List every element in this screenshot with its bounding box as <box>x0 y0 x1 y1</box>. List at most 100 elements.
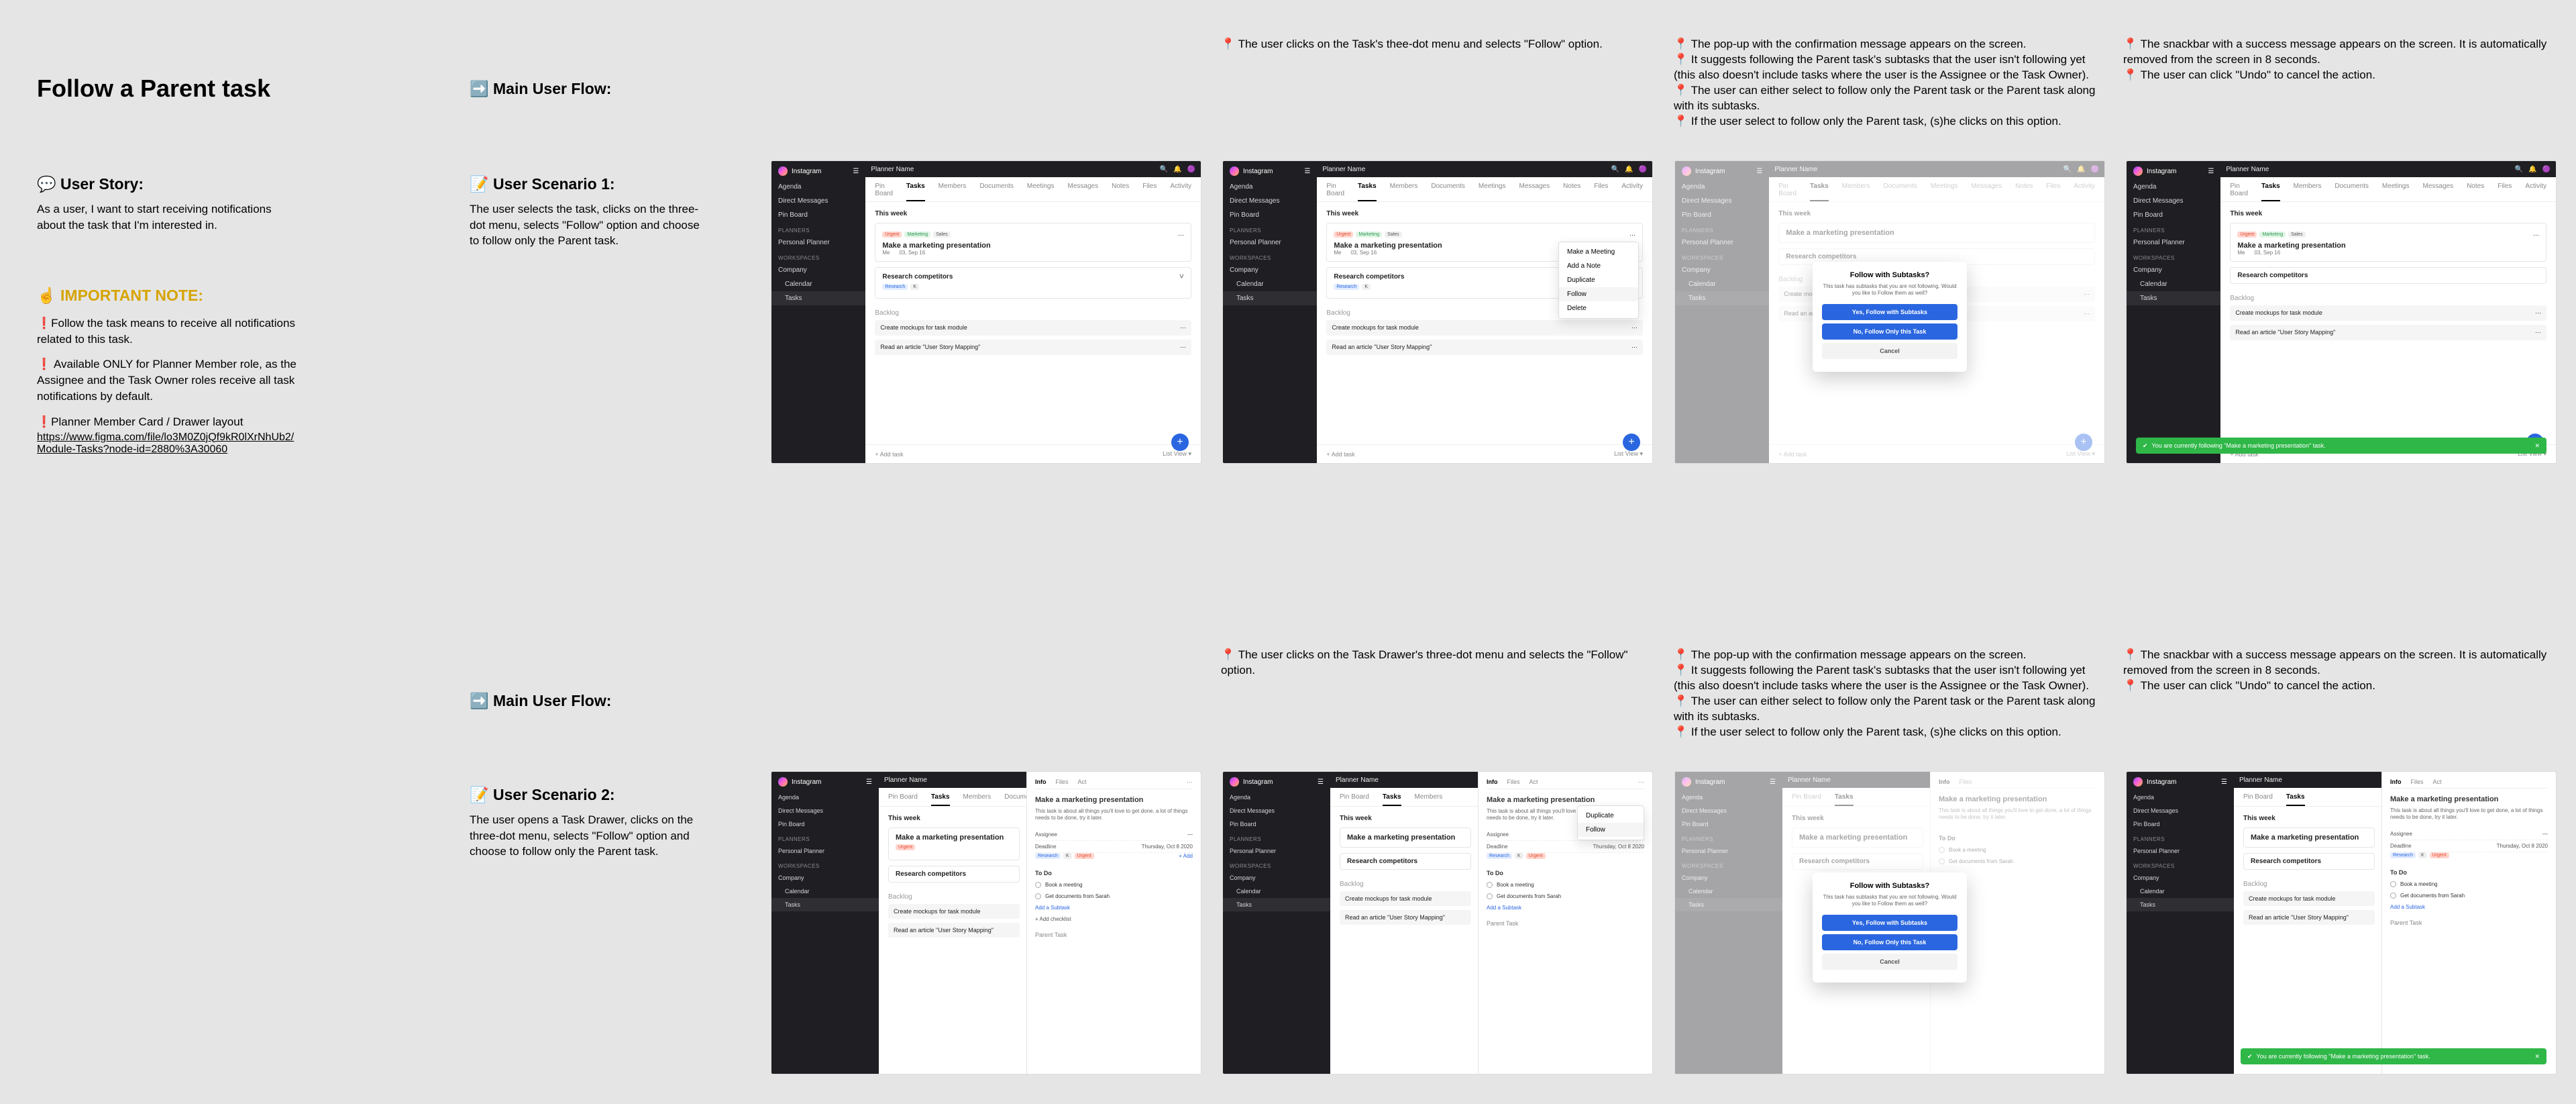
task-assignee: Me <box>882 250 890 256</box>
snackbar-close-icon[interactable]: ✕ <box>2534 1053 2540 1060</box>
important-item-1: ❗️Follow the task means to receive all n… <box>37 315 299 348</box>
modal-follow-with-subtasks-button[interactable]: Yes, Follow with Subtasks <box>1822 304 1957 320</box>
bell-icon[interactable]: 🔔 <box>1173 166 1181 173</box>
sidebar-item-tasks[interactable]: Tasks <box>771 291 865 305</box>
drawer-deadline-label: Deadline <box>1035 844 1057 850</box>
task-title: Make a marketing presentation <box>882 242 1184 250</box>
workspace-logo-icon <box>2133 777 2143 787</box>
tab-documents[interactable]: Documents <box>979 183 1014 201</box>
drawer-assignee-label: Assignee <box>1035 832 1057 838</box>
modal-cancel-button[interactable]: Cancel <box>1822 954 1957 970</box>
drawer-tab-info[interactable]: Info <box>1035 779 1046 786</box>
caption-r1-s2: 📍 The pop-up with the confirmation messa… <box>1674 37 2110 130</box>
sidebar-section-workspaces: WORKSPACES <box>771 250 865 263</box>
tag-research: Research <box>882 284 908 290</box>
sidebar: Instagram☰ Agenda Direct Messages Pin Bo… <box>771 161 865 463</box>
screenshot-r1-snackbar: Instagram☰ Agenda Direct Messages Pin Bo… <box>2127 161 2556 463</box>
tab-pinboard[interactable]: Pin Board <box>875 183 893 201</box>
scenario-2-body: The user opens a Task Drawer, clicks on … <box>470 812 711 860</box>
tab-meetings[interactable]: Meetings <box>1027 183 1055 201</box>
view-switch[interactable]: List View ▾ <box>1163 450 1191 458</box>
drawer-desc: This task is about all things you'll lov… <box>1035 808 1193 822</box>
main-panel: Planner Name 🔍 🔔 🟣 Pin Board Tasks Members … <box>865 161 1201 463</box>
figma-link[interactable]: https://www.figma.com/file/lo3M0Z0jQf9kR… <box>37 432 294 455</box>
sidebar-item-personal-planner[interactable]: Personal Planner <box>771 236 865 250</box>
main-tabs: Pin Board Tasks Members Documents Meetin… <box>865 177 1201 202</box>
tab-members[interactable]: Members <box>938 183 967 201</box>
card-kebab-icon[interactable]: ⋯ <box>1178 232 1184 239</box>
task-card-2[interactable]: Research competitors ˅ ResearchK <box>875 267 1191 299</box>
drawer-add-subtask[interactable]: Add a Subtask <box>1035 902 1193 913</box>
caption-r2-s2: 📍 The pop-up with the confirmation messa… <box>1674 648 2110 740</box>
sidebar-item-pin[interactable]: Pin Board <box>771 208 865 222</box>
modal-follow-with-subtasks-button[interactable]: Yes, Follow with Subtasks <box>1822 915 1957 931</box>
modal-follow-only-this-button[interactable]: No, Follow Only this Task <box>1822 323 1957 340</box>
drawer-tab-files[interactable]: Files <box>1056 779 1069 786</box>
tag-urgent: Urgent <box>882 232 902 238</box>
sidebar-item-calendar[interactable]: Calendar <box>771 277 865 291</box>
tab-files[interactable]: Files <box>1142 183 1157 201</box>
drawer-todo-label: To Do <box>1035 870 1193 876</box>
follow-modal-2: Follow with Subtasks? This task has subt… <box>1813 872 1967 983</box>
main-flow-heading-2: ➡️ Main User Flow: <box>470 691 611 711</box>
tab-messages[interactable]: Messages <box>1068 183 1099 201</box>
workspace-logo-icon <box>778 777 788 787</box>
sidebar-item-dm[interactable]: Direct Messages <box>771 194 865 208</box>
success-snackbar: ✔ You are currently following "Make a ma… <box>2136 438 2546 454</box>
drawer-sub-1[interactable]: Book a meeting <box>1035 879 1193 891</box>
tag-k: K <box>910 284 919 290</box>
screenshot-r1-dropdown: Instagram☰ Agenda Direct Messages Pin Bo… <box>1223 161 1652 463</box>
chevron-down-icon[interactable]: ˅ <box>1179 272 1184 281</box>
tag-marketing: Marketing <box>904 232 930 238</box>
snackbar-close-icon[interactable]: ✕ <box>2534 442 2540 450</box>
scenario-1-heading: 📝 User Scenario 1: <box>470 174 711 195</box>
screenshot-r2-modal: Instagram☰ Agenda Direct Messages Pin Bo… <box>1675 772 2104 1074</box>
user-story-body: As a user, I want to start receiving not… <box>37 201 299 234</box>
dropdown-duplicate[interactable]: Duplicate <box>1559 273 1638 287</box>
search-icon[interactable]: 🔍 <box>1160 166 1168 173</box>
backlog-item-1[interactable]: Create mockups for task module⋯ <box>875 320 1191 336</box>
add-task-button[interactable]: + Add task <box>875 451 903 458</box>
check-icon: ✔ <box>2143 442 2148 450</box>
workspace-logo-icon <box>2133 166 2143 176</box>
dropdown-follow[interactable]: Follow <box>1559 287 1638 301</box>
task-card-1[interactable]: UrgentMarketingSales⋯ Make a marketing p… <box>875 223 1191 262</box>
caption-r2-s3: 📍 The snackbar with a success message ap… <box>2123 648 2559 694</box>
scenario-1-body: The user selects the task, clicks on the… <box>470 201 711 249</box>
dropdown-make-meeting[interactable]: Make a Meeting <box>1559 245 1638 259</box>
sidebar-item-company[interactable]: Company <box>771 263 865 277</box>
workspace-logo-icon <box>1230 166 1239 176</box>
drawer-add-checklist[interactable]: + Add checklist <box>1035 913 1193 925</box>
modal-title: Follow with Subtasks? <box>1822 271 1957 279</box>
screenshot-r2-snackbar: Instagram☰ Agenda Direct Messages Pin Bo… <box>2127 772 2556 1074</box>
backlog-item-2[interactable]: Read an article "User Story Mapping"⋯ <box>875 340 1191 355</box>
success-snackbar-2: ✔ You are currently following "Make a ma… <box>2241 1048 2546 1064</box>
tab-activity[interactable]: Activity <box>1170 183 1191 201</box>
drawer-kebab-icon[interactable]: ⋯ <box>1187 779 1193 786</box>
modal-follow-only-this-button[interactable]: No, Follow Only this Task <box>1822 934 1957 950</box>
avatar-icon[interactable]: 🟣 <box>1187 166 1195 173</box>
task-title-2: Research competitors <box>882 273 953 281</box>
drawer-dropdown-follow[interactable]: Follow <box>1578 823 1644 837</box>
scenario-2-heading: 📝 User Scenario 2: <box>470 785 711 805</box>
caption-r1-s3: 📍 The snackbar with a success message ap… <box>2123 37 2559 83</box>
drawer-dropdown-duplicate[interactable]: Duplicate <box>1578 809 1644 823</box>
backlog-label: Backlog <box>865 301 1201 318</box>
task-due: 03, Sep 16 <box>899 250 925 256</box>
fab-add[interactable]: + <box>1171 434 1189 451</box>
planner-title: Planner Name <box>871 166 914 173</box>
dropdown-delete[interactable]: Delete <box>1559 301 1638 315</box>
tab-notes[interactable]: Notes <box>1112 183 1129 201</box>
sidebar-toggle-icon[interactable]: ☰ <box>853 168 859 175</box>
main-flow-heading-1: ➡️ Main User Flow: <box>470 79 611 99</box>
modal-cancel-button[interactable]: Cancel <box>1822 343 1957 359</box>
drawer-sub-2[interactable]: Get documents from Sarah <box>1035 891 1193 902</box>
screenshot-r1-base: Instagram☰ Agenda Direct Messages Pin Bo… <box>771 161 1201 463</box>
tab-tasks[interactable]: Tasks <box>906 183 925 201</box>
drawer-parent-label: Parent Task <box>1035 932 1193 938</box>
sidebar-item-agenda[interactable]: Agenda <box>771 180 865 194</box>
modal-body: This task has subtasks that you are not … <box>1822 283 1957 297</box>
drawer-tab-act[interactable]: Act <box>1078 779 1087 786</box>
important-item-3: ❗️Planner Member Card / Drawer layout <box>37 414 299 430</box>
dropdown-add-note[interactable]: Add a Note <box>1559 259 1638 273</box>
